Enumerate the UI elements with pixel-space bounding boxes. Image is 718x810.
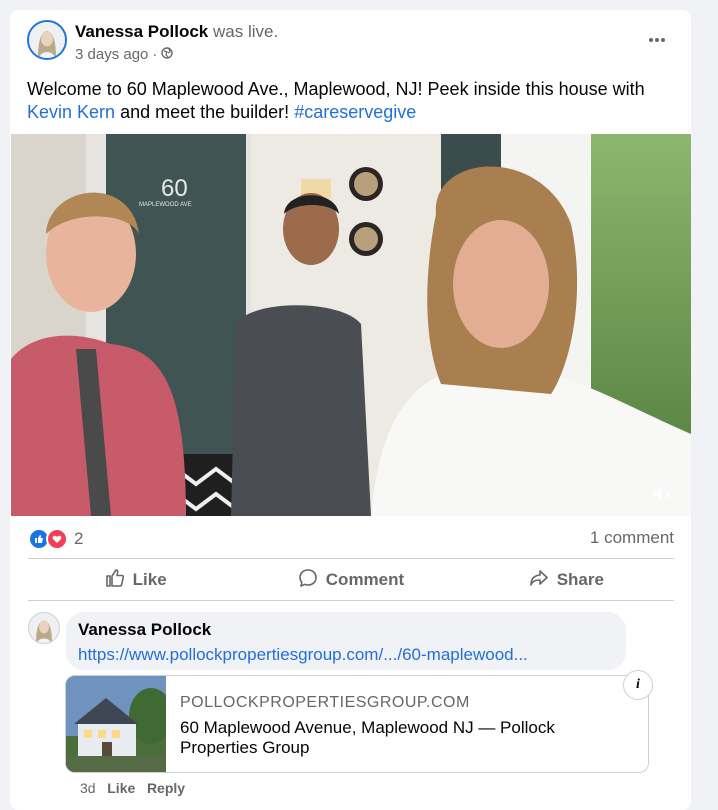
comment-like-button[interactable]: Like xyxy=(107,780,135,796)
comment-time[interactable]: 3d xyxy=(80,780,96,796)
reactions-count: 2 xyxy=(74,529,84,548)
video-frame: 60 MAPLEWOOD AVE xyxy=(11,134,691,516)
link-preview-image xyxy=(66,676,166,772)
live-status: was live. xyxy=(212,22,279,41)
share-label: Share xyxy=(556,570,604,589)
comment-bubble: Vanessa Pollock https://www.pollockprope… xyxy=(66,612,626,670)
commenter-avatar[interactable] xyxy=(28,612,60,644)
hashtag-link[interactable]: #careservegive xyxy=(294,102,416,122)
love-reaction-icon xyxy=(46,528,68,550)
post-header: Vanessa Pollock was live. 3 days ago · xyxy=(27,20,691,70)
separator-dot: · xyxy=(152,46,158,63)
comment-button[interactable]: Comment xyxy=(243,559,458,601)
like-button[interactable]: Like xyxy=(28,559,243,601)
reaction-stats: 2 1 comment xyxy=(28,528,674,550)
commenter-name[interactable]: Vanessa Pollock xyxy=(78,620,211,640)
like-label: Like xyxy=(132,570,167,589)
info-icon[interactable]: i xyxy=(623,670,653,700)
share-button[interactable]: Share xyxy=(459,559,674,601)
link-preview-domain: POLLOCKPROPERTIESGROUP.COM xyxy=(180,694,470,711)
comments-count[interactable]: 1 comment xyxy=(590,528,674,548)
link-preview[interactable]: POLLOCKPROPERTIESGROUP.COM 60 Maplewood … xyxy=(65,675,649,773)
comment-footer: 3d Like Reply xyxy=(80,780,185,796)
live-video[interactable]: 60 MAPLEWOOD AVE xyxy=(11,134,691,516)
comment-bubble-icon xyxy=(298,568,318,593)
post-text-part1: Welcome to 60 Maplewood Ave., Maplewood,… xyxy=(27,79,645,99)
post-card: Vanessa Pollock was live. 3 days ago · W… xyxy=(10,10,691,810)
divider-bottom xyxy=(28,600,674,601)
author-name[interactable]: Vanessa Pollock xyxy=(75,22,208,41)
link-preview-title: 60 Maplewood Avenue, Maplewood NJ — Poll… xyxy=(180,718,555,757)
post-text: Welcome to 60 Maplewood Ave., Maplewood,… xyxy=(27,78,677,124)
thumbs-up-icon xyxy=(105,568,125,593)
house-number: 60 xyxy=(161,175,188,202)
mention-link[interactable]: Kevin Kern xyxy=(27,102,115,122)
action-bar: Like Comment Share xyxy=(28,559,674,601)
globe-icon xyxy=(161,46,174,63)
reactions-summary[interactable]: 2 xyxy=(28,528,83,550)
comment-link[interactable]: https://www.pollockpropertiesgroup.com/.… xyxy=(78,645,528,665)
street-sign: MAPLEWOOD AVE xyxy=(139,202,192,208)
comment-label: Comment xyxy=(325,570,405,589)
post-time[interactable]: 3 days ago xyxy=(75,46,148,63)
more-options-icon[interactable] xyxy=(641,24,673,56)
comment-reply-button[interactable]: Reply xyxy=(147,780,185,796)
author-avatar[interactable] xyxy=(27,20,67,60)
share-arrow-icon xyxy=(529,568,549,593)
post-text-part2: and meet the builder! xyxy=(115,102,295,122)
